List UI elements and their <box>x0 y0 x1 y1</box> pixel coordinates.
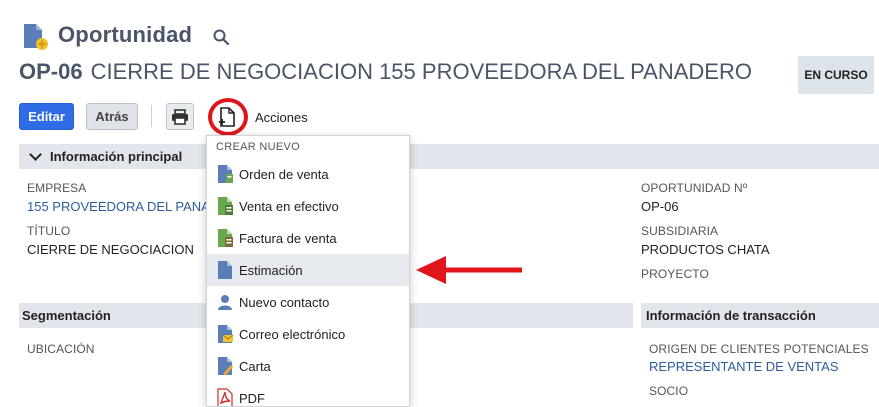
edit-button[interactable]: Editar <box>19 103 74 130</box>
actions-menu-button[interactable]: Acciones <box>255 110 308 125</box>
menu-item-label: Nuevo contacto <box>239 294 330 310</box>
opportunity-record-icon <box>24 24 48 50</box>
chevron-down-icon <box>29 148 42 161</box>
search-icon[interactable] <box>212 28 230 46</box>
subsidiaria-value: PRODUCTOS CHATA <box>641 242 770 257</box>
create-new-dropdown: CREAR NUEVO Orden de venta Venta en efec… <box>206 135 410 407</box>
menu-item-estimacion[interactable]: Estimación <box>207 254 409 286</box>
estimate-icon <box>218 261 232 279</box>
oportunidad-value: OP-06 <box>641 199 679 214</box>
record-id: OP-06 <box>19 59 83 84</box>
ubicacion-label: UBICACIÓN <box>27 342 95 356</box>
letter-icon <box>218 357 233 376</box>
dropdown-header: CREAR NUEVO <box>216 141 300 153</box>
menu-item-label: Correo electrónico <box>239 326 346 342</box>
menu-item-venta-en-efectivo[interactable]: Venta en efectivo <box>207 190 409 222</box>
menu-item-orden-de-venta[interactable]: Orden de venta <box>207 158 409 190</box>
section-main-info[interactable]: Información principal <box>19 144 879 169</box>
print-button[interactable] <box>166 103 194 130</box>
section-segmentation-label: Segmentación <box>22 308 111 323</box>
contact-icon <box>218 295 232 310</box>
socio-label: SOCIO <box>649 384 689 398</box>
menu-item-label: Orden de venta <box>239 166 329 182</box>
toolbar-divider <box>151 105 152 127</box>
titulo-label: TÍTULO <box>27 224 71 238</box>
menu-item-label: Carta <box>239 358 271 374</box>
menu-item-label: PDF <box>239 390 265 406</box>
menu-item-label: Venta en efectivo <box>239 198 339 214</box>
proyecto-label: PROYECTO <box>641 267 709 281</box>
origen-link[interactable]: REPRESENTANTE DE VENTAS <box>649 359 839 374</box>
pdf-icon <box>217 388 233 406</box>
record-title: CIERRE DE NEGOCIACION 155 PROVEEDORA DEL… <box>90 59 752 84</box>
origen-label: ORIGEN DE CLIENTES POTENCIALES <box>649 342 869 356</box>
page-title: OP-06 CIERRE DE NEGOCIACION 155 PROVEEDOR… <box>19 59 752 85</box>
email-icon <box>218 325 234 343</box>
sales-order-icon <box>218 165 233 183</box>
menu-item-correo-electronico[interactable]: Correo electrónico <box>207 318 409 350</box>
oportunidad-label: OPORTUNIDAD Nº <box>641 181 748 195</box>
menu-item-label: Factura de venta <box>239 230 337 246</box>
annotation-circle <box>208 98 248 136</box>
section-main-label: Información principal <box>50 149 183 164</box>
menu-item-pdf[interactable]: PDF <box>207 382 409 406</box>
menu-item-factura-de-venta[interactable]: Factura de venta <box>207 222 409 254</box>
record-type-title: Oportunidad <box>58 22 193 47</box>
menu-item-nuevo-contacto[interactable]: Nuevo contacto <box>207 286 409 318</box>
titulo-value: CIERRE DE NEGOCIACION <box>27 242 194 257</box>
section-transaction-label: Información de transacción <box>646 308 816 323</box>
section-transaction[interactable]: Información de transacción <box>641 303 879 328</box>
printer-icon <box>172 108 188 125</box>
menu-item-label: Estimación <box>239 262 303 278</box>
invoice-icon <box>218 229 233 247</box>
back-button[interactable]: Atrás <box>86 103 138 130</box>
status-badge: EN CURSO <box>798 56 874 94</box>
empresa-label: EMPRESA <box>27 181 87 195</box>
subsidiaria-label: SUBSIDIARIA <box>641 224 719 238</box>
cash-sale-icon <box>218 197 233 215</box>
menu-item-carta[interactable]: Carta <box>207 350 409 382</box>
annotation-arrow <box>416 256 522 284</box>
